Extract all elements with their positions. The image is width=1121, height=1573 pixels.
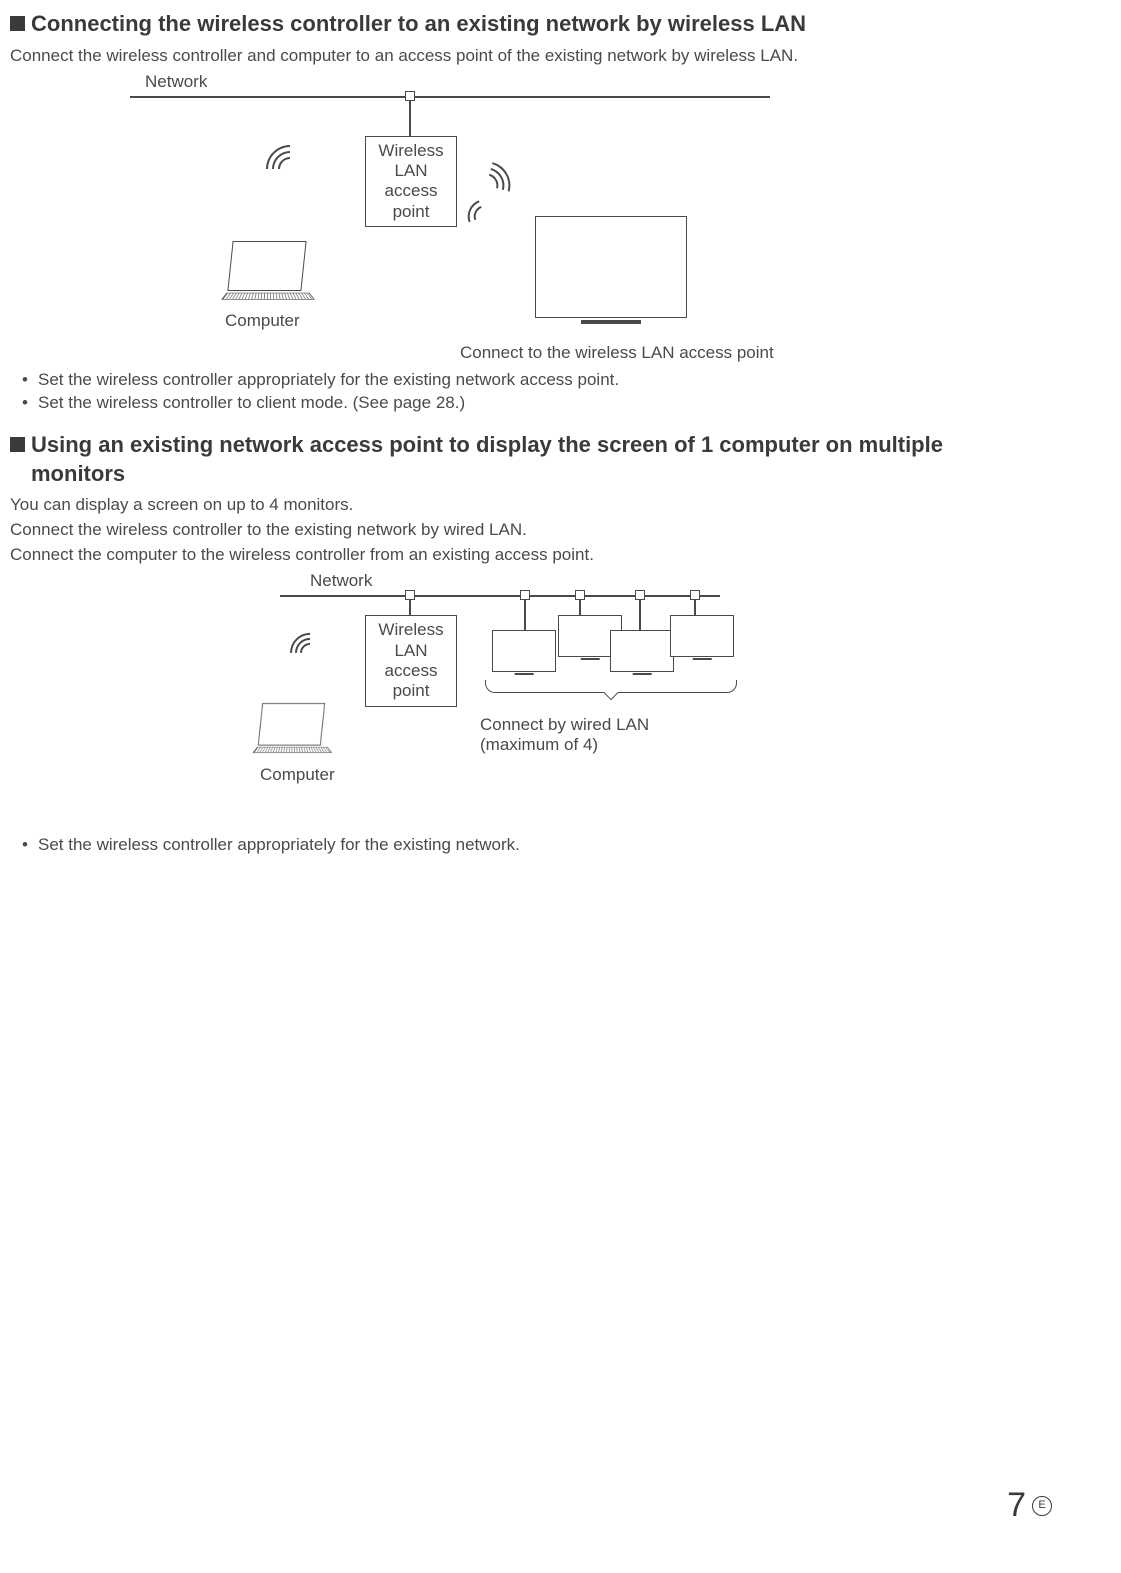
bullet-item: Set the wireless controller appropriatel… xyxy=(10,368,1050,392)
section2-intro3: Connect the computer to the wireless con… xyxy=(10,544,1050,567)
section2-intro2: Connect the wireless controller to the e… xyxy=(10,519,1050,542)
section1-bullets: Set the wireless controller appropriatel… xyxy=(10,368,1050,416)
access-point-box: Wireless LAN access point xyxy=(365,615,457,707)
drop-line xyxy=(409,600,411,615)
ap-line: LAN xyxy=(374,641,448,661)
ap-line: access xyxy=(374,661,448,681)
network-node-icon xyxy=(520,590,530,600)
bullet-item: Set the wireless controller to client mo… xyxy=(10,391,1050,415)
figure-caption: Connect to the wireless LAN access point xyxy=(460,343,774,363)
network-label: Network xyxy=(145,72,207,92)
section2-bullets: Set the wireless controller appropriatel… xyxy=(10,833,1050,857)
ap-line: Wireless xyxy=(374,620,448,640)
laptop-icon xyxy=(260,703,330,755)
drop-line xyxy=(694,600,696,615)
ap-line: access xyxy=(374,181,448,201)
computer-label: Computer xyxy=(260,765,335,785)
network-node-icon xyxy=(405,590,415,600)
ap-line: point xyxy=(374,681,448,701)
bullet-item: Set the wireless controller appropriatel… xyxy=(10,833,1050,857)
network-node-icon xyxy=(405,91,415,101)
drop-line xyxy=(524,600,526,630)
monitor-icon xyxy=(610,630,674,672)
network-node-icon xyxy=(635,590,645,600)
section2-intro1: You can display a screen on up to 4 moni… xyxy=(10,494,1050,517)
drop-line xyxy=(579,600,581,615)
ap-line: point xyxy=(374,202,448,222)
section1-intro: Connect the wireless controller and comp… xyxy=(10,45,1050,68)
heading-text-line2: monitors xyxy=(31,461,125,486)
access-point-box: Wireless LAN access point xyxy=(365,136,457,228)
computer-label: Computer xyxy=(225,311,300,331)
language-badge: E xyxy=(1032,1496,1052,1516)
page-footer: 7 E xyxy=(1007,1486,1052,1525)
section-heading-1: Connecting the wireless controller to an… xyxy=(10,10,1050,39)
brace-icon xyxy=(485,680,737,693)
drop-line xyxy=(409,101,411,136)
laptop-icon xyxy=(230,241,312,302)
monitor-icon xyxy=(535,216,687,313)
ap-line: LAN xyxy=(374,161,448,181)
network-node-icon xyxy=(575,590,585,600)
monitor-icon xyxy=(670,615,734,657)
figure-2: Network Wireless LAN access point Comput… xyxy=(270,575,790,785)
ap-line: Wireless xyxy=(374,141,448,161)
section-heading-2: Using an existing network access point t… xyxy=(10,431,1050,488)
heading-text: Connecting the wireless controller to an… xyxy=(31,11,806,36)
square-bullet-icon xyxy=(10,16,25,31)
monitor-icon xyxy=(492,630,556,672)
network-label: Network xyxy=(310,571,372,591)
page-number: 7 xyxy=(1007,1486,1026,1525)
network-line xyxy=(280,595,720,597)
figure-caption-line2: (maximum of 4) xyxy=(480,735,598,755)
heading-text-line1: Using an existing network access point t… xyxy=(31,432,943,457)
network-line xyxy=(130,96,770,98)
network-node-icon xyxy=(690,590,700,600)
figure-1: Network Wireless LAN access point Comput… xyxy=(130,76,850,356)
figure-caption-line1: Connect by wired LAN xyxy=(480,715,649,735)
square-bullet-icon xyxy=(10,437,25,452)
drop-line xyxy=(639,600,641,630)
